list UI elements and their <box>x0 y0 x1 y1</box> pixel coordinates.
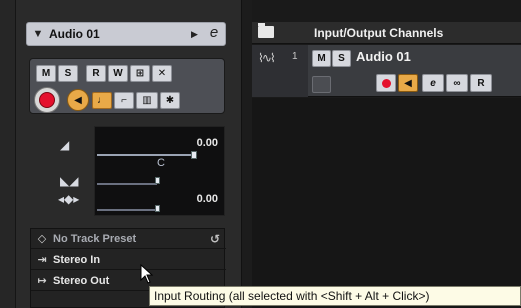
settings-icon[interactable]: ✱ <box>160 92 180 109</box>
inspector-track-header[interactable]: ▼ Audio 01 ▶ e <box>26 22 226 46</box>
track-controls-box: M S R W ⊞ ✕ ◀ ♩ ⌐ ▥ ✱ <box>29 58 225 114</box>
track-link-icon[interactable]: ∞ <box>446 74 468 92</box>
track-record-button[interactable] <box>376 74 396 92</box>
freeze-icon[interactable]: ✕ <box>152 65 172 82</box>
input-routing-row[interactable]: ⇥ Stereo In <box>31 250 226 270</box>
monitor-button[interactable]: ◀ <box>67 89 89 111</box>
volume-slider-track[interactable] <box>97 154 194 156</box>
pan-label: C <box>157 157 165 169</box>
lock-icon[interactable]: ⌐ <box>114 92 134 109</box>
folder-track-name: Input/Output Channels <box>314 26 444 40</box>
cubase-window: ▼ Audio 01 ▶ e M S R W ⊞ ✕ ◀ ♩ ⌐ ▥ ✱ ◢ ◣… <box>0 0 521 308</box>
preset-icon: ◇ <box>37 233 47 245</box>
track-number: 1 <box>292 51 298 62</box>
track-name[interactable]: Audio 01 <box>356 49 411 64</box>
volume-pan-area[interactable]: 0.00 C 0.00 <box>94 126 225 216</box>
audio-waveform-icon: ⌇∿⌇ <box>258 51 276 65</box>
musical-timebase-icon[interactable]: ♩ <box>92 92 112 109</box>
track-edit-icon[interactable]: e <box>422 74 444 92</box>
track-number-area: ⌇∿⌇ 1 <box>252 45 308 97</box>
delay-value: 0.00 <box>196 193 218 205</box>
track-read-automation-button[interactable]: R <box>470 74 492 92</box>
output-routing-icon: ↦ <box>37 275 47 287</box>
input-routing-icon: ⇥ <box>37 254 47 266</box>
collapse-triangle-icon[interactable]: ▼ <box>27 28 49 40</box>
pan-slider-knob[interactable] <box>155 177 160 184</box>
pan-slider-track[interactable] <box>97 183 157 185</box>
track-checkbox[interactable] <box>312 76 331 93</box>
mute-button[interactable]: M <box>36 65 56 82</box>
track-preset-row[interactable]: ◇ No Track Preset ↺ <box>31 229 226 249</box>
track-preset-label: No Track Preset <box>53 232 137 245</box>
delay-slider-track[interactable] <box>97 209 157 211</box>
inspector-track-name: Audio 01 <box>49 27 100 41</box>
volume-slider-knob[interactable] <box>191 151 197 159</box>
track-monitor-button[interactable]: ◀ <box>398 74 418 92</box>
track-list: Input/Output Channels ⌇∿⌇ 1 M S Audio 01… <box>252 0 521 308</box>
input-routing-label: Stereo In <box>53 253 101 266</box>
write-automation-button[interactable]: W <box>108 65 128 82</box>
comping-icon[interactable]: ▥ <box>136 92 158 109</box>
audio-track-row[interactable]: ⌇∿⌇ 1 M S Audio 01 ◀ e ∞ R <box>252 45 521 97</box>
record-enable-button[interactable] <box>34 87 60 113</box>
edit-channel-settings-icon[interactable]: e <box>203 23 225 45</box>
folder-track-row[interactable]: Input/Output Channels <box>252 22 521 44</box>
output-routing-label: Stereo Out <box>53 274 110 287</box>
read-automation-button[interactable]: R <box>86 65 106 82</box>
reset-icon[interactable]: ↺ <box>210 232 220 246</box>
volume-icon: ◢ <box>60 138 70 152</box>
input-routing-tooltip: Input Routing (all selected with <Shift … <box>149 286 521 306</box>
track-solo-button[interactable]: S <box>332 50 351 67</box>
track-mute-button[interactable]: M <box>312 50 331 67</box>
record-dot-icon <box>39 92 55 108</box>
chevron-right-icon[interactable]: ▶ <box>191 29 203 40</box>
pan-icon: ◣◢ <box>60 174 79 188</box>
delay-slider-knob[interactable] <box>155 205 160 212</box>
lanes-icon[interactable]: ⊞ <box>130 65 150 82</box>
delay-icon: ◂◆▸ <box>58 192 80 206</box>
inspector-side-strip <box>0 0 16 308</box>
solo-button[interactable]: S <box>58 65 78 82</box>
mouse-pointer-icon <box>140 264 154 284</box>
volume-value: 0.00 <box>196 137 218 149</box>
folder-icon <box>258 23 274 38</box>
empty-track-area[interactable] <box>252 98 521 308</box>
